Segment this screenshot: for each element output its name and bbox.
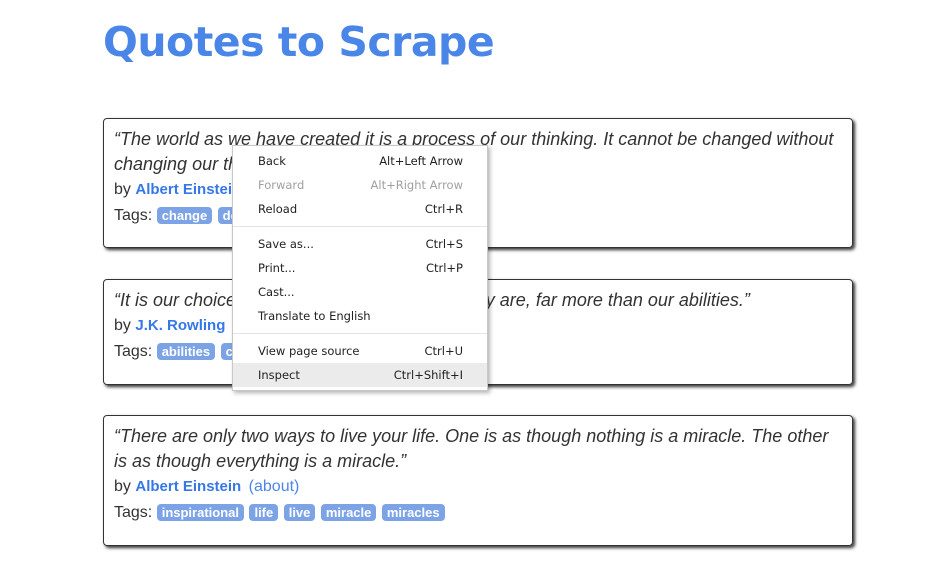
menu-item-inspect[interactable]: Inspect Ctrl+Shift+I — [233, 363, 487, 387]
menu-label: Save as... — [258, 237, 314, 251]
menu-item-forward: Forward Alt+Right Arrow — [233, 173, 487, 197]
author-name: Albert Einstein — [135, 478, 242, 495]
about-link[interactable]: (about) — [249, 478, 300, 495]
menu-item-view-source[interactable]: View page source Ctrl+U — [233, 339, 487, 363]
menu-label: Translate to English — [258, 309, 371, 323]
context-menu: Back Alt+Left Arrow Forward Alt+Right Arro… — [232, 145, 488, 391]
menu-label: Reload — [258, 202, 298, 216]
menu-separator — [233, 333, 487, 334]
menu-label: Inspect — [258, 368, 300, 382]
menu-item-translate[interactable]: Translate to English — [233, 304, 487, 328]
tag[interactable]: abilities — [156, 343, 216, 360]
author-name: Albert Einstein — [135, 181, 242, 198]
tags-label: Tags: — [114, 343, 153, 360]
menu-separator — [233, 226, 487, 227]
menu-shortcut: Ctrl+S — [425, 237, 463, 251]
menu-shortcut: Ctrl+R — [424, 202, 463, 216]
menu-item-print[interactable]: Print... Ctrl+P — [233, 256, 487, 280]
by-label: by — [114, 478, 131, 495]
tag[interactable]: miracle — [320, 504, 377, 521]
tag[interactable]: life — [249, 504, 279, 521]
tag[interactable]: change — [156, 207, 213, 224]
menu-shortcut: Ctrl+U — [424, 344, 463, 358]
by-label: by — [114, 181, 131, 198]
tag[interactable]: miracles — [381, 504, 445, 521]
menu-shortcut: Alt+Right Arrow — [370, 178, 463, 192]
menu-item-cast[interactable]: Cast... — [233, 280, 487, 304]
author-name: J.K. Rowling — [135, 317, 226, 334]
menu-label: Back — [258, 154, 286, 168]
quote-text: “There are only two ways to live your li… — [114, 426, 829, 471]
tags-label: Tags: — [114, 207, 153, 224]
tag[interactable]: live — [283, 504, 316, 521]
menu-label: Forward — [258, 178, 305, 192]
menu-shortcut: Alt+Left Arrow — [379, 154, 463, 168]
menu-shortcut: Ctrl+P — [425, 261, 463, 275]
menu-label: Print... — [258, 261, 296, 275]
menu-label: View page source — [258, 344, 360, 358]
tag[interactable]: inspirational — [156, 504, 244, 521]
menu-item-reload[interactable]: Reload Ctrl+R — [233, 197, 487, 221]
quote-card: “There are only two ways to live your li… — [103, 415, 853, 546]
menu-shortcut: Ctrl+Shift+I — [393, 368, 463, 382]
page-title[interactable]: Quotes to Scrape — [103, 18, 495, 66]
by-label: by — [114, 317, 131, 334]
tags-label: Tags: — [114, 504, 153, 521]
menu-item-back[interactable]: Back Alt+Left Arrow — [233, 149, 487, 173]
menu-item-save-as[interactable]: Save as... Ctrl+S — [233, 232, 487, 256]
menu-label: Cast... — [258, 285, 295, 299]
